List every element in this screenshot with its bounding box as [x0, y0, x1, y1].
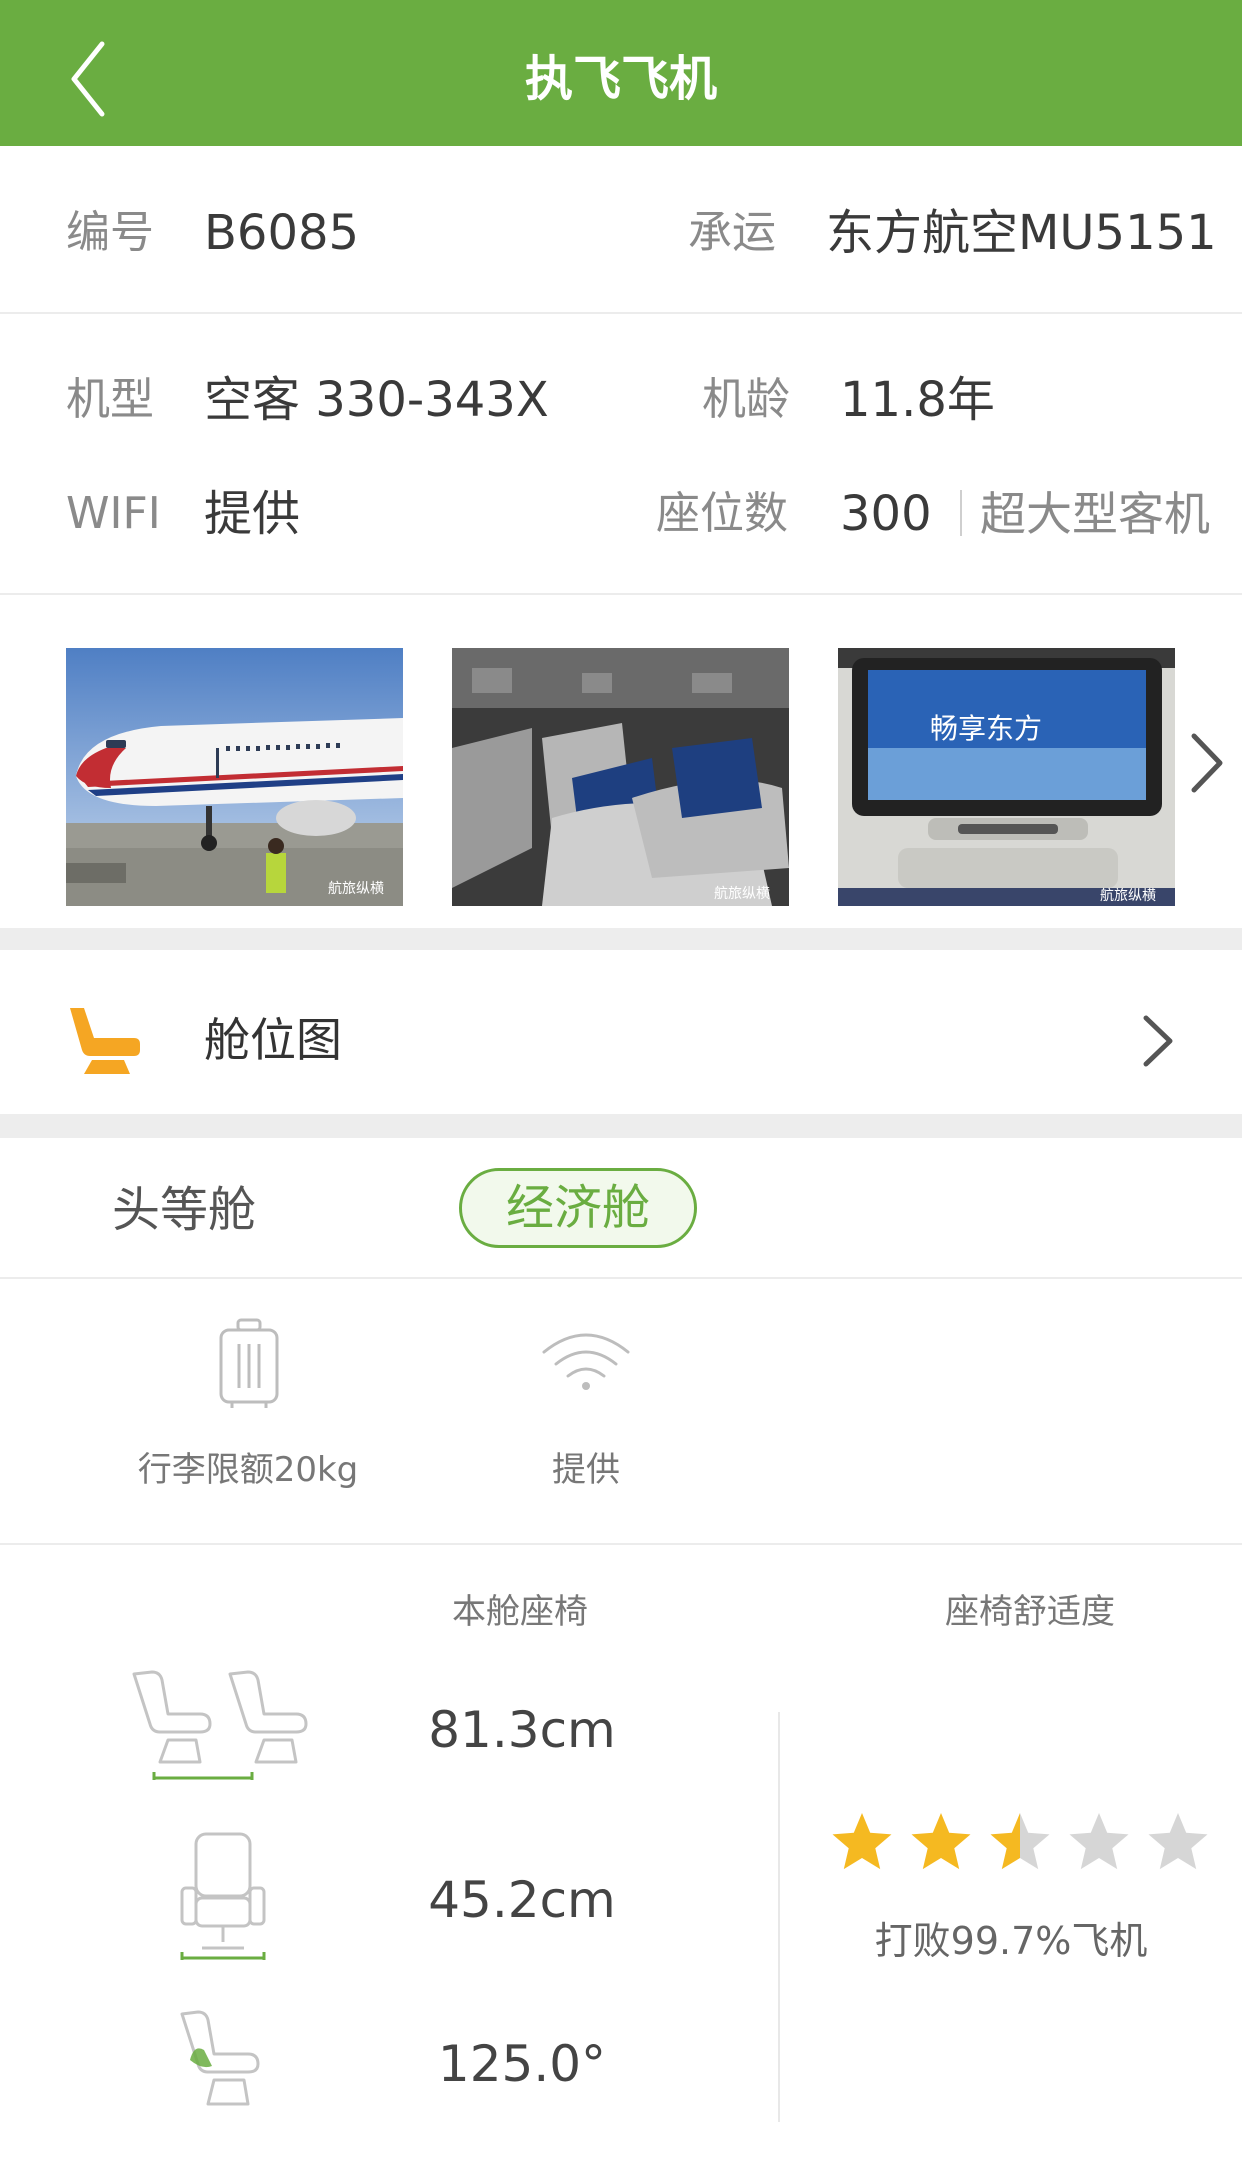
- seat-pitch-value: 81.3cm: [428, 1701, 616, 1759]
- aircraft-exterior-photo[interactable]: 航旅纵横: [66, 648, 403, 906]
- section-gap: [0, 928, 1242, 950]
- back-button[interactable]: [54, 34, 134, 124]
- star-icon: [911, 1813, 971, 1870]
- star-icon: [990, 1813, 1050, 1870]
- screen-text: 畅享东方: [930, 712, 1042, 745]
- star-icon: [832, 1813, 892, 1870]
- cabin-seats-photo[interactable]: 航旅纵横: [452, 648, 789, 906]
- divider: [0, 1277, 1242, 1279]
- photos-next-button[interactable]: [1182, 726, 1232, 800]
- seat-icon: [64, 1000, 144, 1080]
- model-label: 机型: [66, 374, 154, 425]
- seat-pitch-icon: [130, 1668, 316, 1790]
- luggage-icon: [218, 1318, 280, 1414]
- carrier-label: 承运: [688, 207, 776, 258]
- comfort-column-header: 座椅舒适度: [945, 1592, 1115, 1632]
- section-gap: [0, 1114, 1242, 1138]
- wifi-value: 提供: [204, 486, 301, 542]
- tab-first-class[interactable]: 头等舱: [112, 1178, 256, 1242]
- entertainment-screen-photo[interactable]: 畅享东方 航旅纵横: [838, 648, 1175, 906]
- model-value: 空客 330-343X: [204, 372, 549, 428]
- seat-width-value: 45.2cm: [428, 1871, 616, 1929]
- comfort-rating-stars: [832, 1813, 1208, 1870]
- seat-recline-value: 125.0°: [437, 2035, 607, 2093]
- seat-map-arrow: [1138, 1010, 1178, 1072]
- seat-width-icon: [178, 1830, 268, 1968]
- number-value: B6085: [204, 205, 360, 261]
- nav-bar: 执飞飞机: [0, 0, 1242, 146]
- separator: [960, 490, 962, 536]
- photo-watermark: 航旅纵横: [714, 886, 770, 902]
- age-label: 机龄: [702, 374, 790, 425]
- wifi-icon: [540, 1330, 632, 1396]
- star-icon: [1069, 1813, 1129, 1870]
- number-label: 编号: [66, 207, 154, 258]
- seat-column-header: 本舱座椅: [452, 1592, 588, 1632]
- age-value: 11.8年: [840, 372, 995, 428]
- seat-map-label: 舱位图: [204, 1013, 342, 1067]
- wifi-label: WIFI: [66, 488, 161, 539]
- comfort-comparison: 打败99.7%飞机: [874, 1919, 1148, 1963]
- wifi-availability: 提供: [552, 1450, 620, 1490]
- chevron-left-icon: [71, 41, 105, 117]
- seat-recline-icon: [178, 2010, 268, 2114]
- photo-watermark: 航旅纵横: [328, 881, 384, 897]
- divider: [0, 312, 1242, 314]
- carrier-value: 东方航空MU5151: [826, 205, 1217, 261]
- chevron-right-icon: [1143, 1015, 1173, 1067]
- page-title: 执飞飞机: [524, 51, 717, 107]
- aircraft-class: 超大型客机: [980, 487, 1210, 541]
- baggage-allowance: 行李限额20kg: [137, 1450, 359, 1490]
- photo-watermark: 航旅纵横: [1100, 888, 1156, 904]
- seat-map-row[interactable]: [0, 950, 1242, 1114]
- star-icon: [1148, 1813, 1208, 1870]
- chevron-right-icon: [1191, 733, 1223, 793]
- tab-economy-class[interactable]: 经济舱: [459, 1168, 697, 1248]
- divider: [0, 1543, 1242, 1545]
- divider: [0, 593, 1242, 595]
- seats-value: 300: [840, 486, 932, 542]
- seats-label: 座位数: [656, 488, 788, 539]
